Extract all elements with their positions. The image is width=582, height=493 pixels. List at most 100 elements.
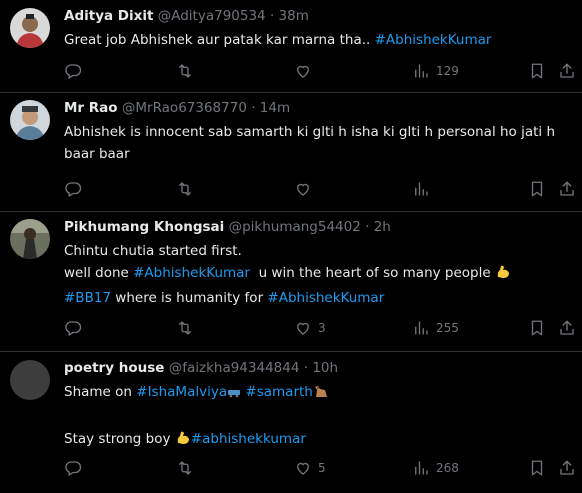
tweet-text-plain: well done	[64, 265, 134, 281]
reply-icon	[64, 319, 82, 337]
separator-dot: ·	[365, 219, 370, 235]
display-name[interactable]: Mr Rao	[64, 100, 118, 116]
bookmark-button[interactable]	[528, 317, 546, 339]
hashtag-link[interactable]: #samarth	[245, 384, 312, 400]
user-handle[interactable]: @pikhumang54402	[229, 219, 361, 235]
action-bar	[64, 178, 576, 200]
tweet-text-plain: where is humanity for	[111, 290, 268, 306]
share-icon	[558, 62, 576, 80]
tweet-text-plain: u win the heart of so many people	[249, 265, 495, 281]
tweet-text-plain: Abhishek is innocent sab samarth ki glti…	[64, 124, 556, 162]
user-handle[interactable]: @Aditya790534	[158, 8, 266, 24]
hashtag-link[interactable]: #AbhishekKumar	[375, 32, 492, 48]
retweet-button[interactable]	[176, 178, 200, 200]
bookmark-button[interactable]	[528, 457, 546, 479]
share-icon	[558, 319, 576, 337]
views-button[interactable]	[412, 178, 436, 200]
action-bar: 5 268	[64, 457, 576, 479]
retweet-button[interactable]	[176, 317, 200, 339]
views-icon	[412, 62, 430, 80]
like-icon	[294, 459, 312, 477]
tweet[interactable]: Mr Rao @MrRao67368770 · 14m Abhishek is …	[0, 92, 582, 212]
share-icon	[558, 459, 576, 477]
flexed-biceps-emoji	[495, 264, 511, 287]
views-icon	[412, 459, 430, 477]
bookmark-button[interactable]	[528, 60, 546, 82]
bookmark-icon	[528, 180, 546, 198]
timestamp[interactable]: 14m	[260, 100, 290, 116]
tweet-text-plain: Great job Abhishek aur patak kar marna t…	[64, 32, 375, 48]
reply-icon	[64, 459, 82, 477]
like-icon	[294, 180, 312, 198]
like-button[interactable]: 5	[294, 457, 326, 479]
share-button[interactable]	[558, 60, 576, 82]
avatar[interactable]	[10, 8, 50, 48]
retweet-icon	[176, 62, 194, 80]
hashtag-link[interactable]: #IshaMalviya	[136, 384, 227, 400]
retweet-button[interactable]	[176, 457, 200, 479]
share-button[interactable]	[558, 317, 576, 339]
reply-button[interactable]	[64, 457, 88, 479]
tweet[interactable]: Pikhumang Khongsai @pikhumang54402 · 2h …	[0, 211, 582, 352]
user-handle[interactable]: @faizkha94344844	[169, 360, 300, 376]
avatar[interactable]	[10, 360, 50, 400]
action-bar: 129	[64, 60, 576, 82]
like-count: 3	[318, 321, 326, 335]
share-icon	[558, 180, 576, 198]
views-button[interactable]: 255	[412, 317, 459, 339]
retweet-icon	[176, 459, 194, 477]
retweet-button[interactable]	[176, 60, 200, 82]
display-name[interactable]: Aditya Dixit	[64, 8, 153, 24]
tweet-text-plain: Stay strong boy	[64, 431, 175, 447]
tweet[interactable]: Aditya Dixit @Aditya790534 · 38m Great j…	[0, 0, 582, 93]
action-bar: 3 255	[64, 317, 576, 339]
display-name[interactable]: Pikhumang Khongsai	[64, 219, 224, 235]
reply-button[interactable]	[64, 317, 88, 339]
user-handle[interactable]: @MrRao67368770	[122, 100, 247, 116]
avatar[interactable]	[10, 100, 50, 140]
separator-dot: ·	[251, 100, 256, 116]
display-name[interactable]: poetry house	[64, 360, 164, 376]
like-count: 5	[318, 461, 326, 475]
separator-dot: ·	[303, 360, 309, 376]
hashtag-link[interactable]: #AbhishekKumar	[133, 265, 250, 281]
reply-icon	[64, 62, 82, 80]
bookmark-icon	[528, 459, 546, 477]
tweet-text-plain: Shame on	[64, 384, 137, 400]
separator-dot: ·	[269, 8, 275, 24]
views-icon	[412, 319, 430, 337]
avatar[interactable]	[10, 219, 50, 259]
views-count: 129	[436, 64, 459, 78]
views-button[interactable]: 129	[412, 60, 459, 82]
timestamp[interactable]: 2h	[374, 219, 391, 235]
reply-button[interactable]	[64, 60, 88, 82]
hashtag-link[interactable]: #AbhishekKumar	[267, 290, 384, 306]
retweet-icon	[176, 180, 194, 198]
tweet-text: Chintu chutia started first. well done #…	[64, 240, 576, 309]
views-icon	[412, 180, 430, 198]
retweet-icon	[176, 319, 194, 337]
reply-icon	[64, 180, 82, 198]
tweet-text: Abhishek is innocent sab samarth ki glti…	[64, 121, 576, 165]
bookmark-button[interactable]	[528, 178, 546, 200]
timestamp[interactable]: 38m	[279, 8, 309, 24]
bookmark-icon	[528, 62, 546, 80]
share-button[interactable]	[558, 178, 576, 200]
views-count: 255	[436, 321, 459, 335]
flexed-biceps-emoji	[175, 430, 191, 453]
hashtag-link[interactable]: #BB17	[64, 290, 111, 306]
share-button[interactable]	[558, 457, 576, 479]
like-button[interactable]	[294, 60, 318, 82]
like-icon	[294, 319, 312, 337]
tweet-text: Great job Abhishek aur patak kar marna t…	[64, 29, 576, 51]
hashtag-link[interactable]: #abhishekkumar	[191, 431, 306, 447]
like-icon	[294, 62, 312, 80]
dog-emoji	[313, 383, 329, 406]
views-button[interactable]: 268	[412, 457, 459, 479]
tweet[interactable]: poetry house @faizkha94344844 · 10h Sham…	[0, 352, 582, 493]
reply-button[interactable]	[64, 178, 88, 200]
views-count: 268	[436, 461, 459, 475]
like-button[interactable]: 3	[294, 317, 326, 339]
timestamp[interactable]: 10h	[312, 360, 338, 376]
like-button[interactable]	[294, 178, 318, 200]
